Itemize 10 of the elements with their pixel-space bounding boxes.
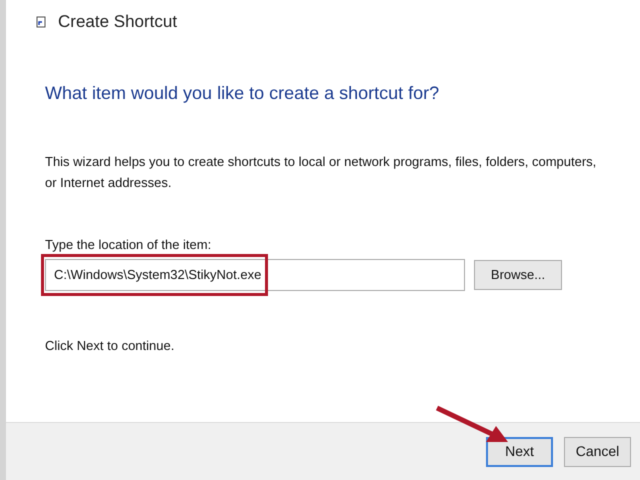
location-label: Type the location of the item: [45, 236, 212, 254]
shortcut-icon [36, 16, 46, 28]
window-title: Create Shortcut [58, 11, 178, 34]
wizard-button[interactable]: Next [486, 436, 553, 466]
location-field[interactable]: C:\Windows\System32\StikyNot.exe [45, 258, 465, 290]
browse-button[interactable]: Browse... [474, 260, 562, 290]
wizard-description: This wizard helps you to create shortcuts to local or network programs, files, folders, computers, or Internet addresses. [45, 153, 598, 192]
wizard-button[interactable]: Cancel [564, 436, 631, 466]
continue-hint: Click Next to continue. [45, 336, 176, 354]
wizard-heading: What item would you like to create a shortcut for? [45, 82, 440, 105]
